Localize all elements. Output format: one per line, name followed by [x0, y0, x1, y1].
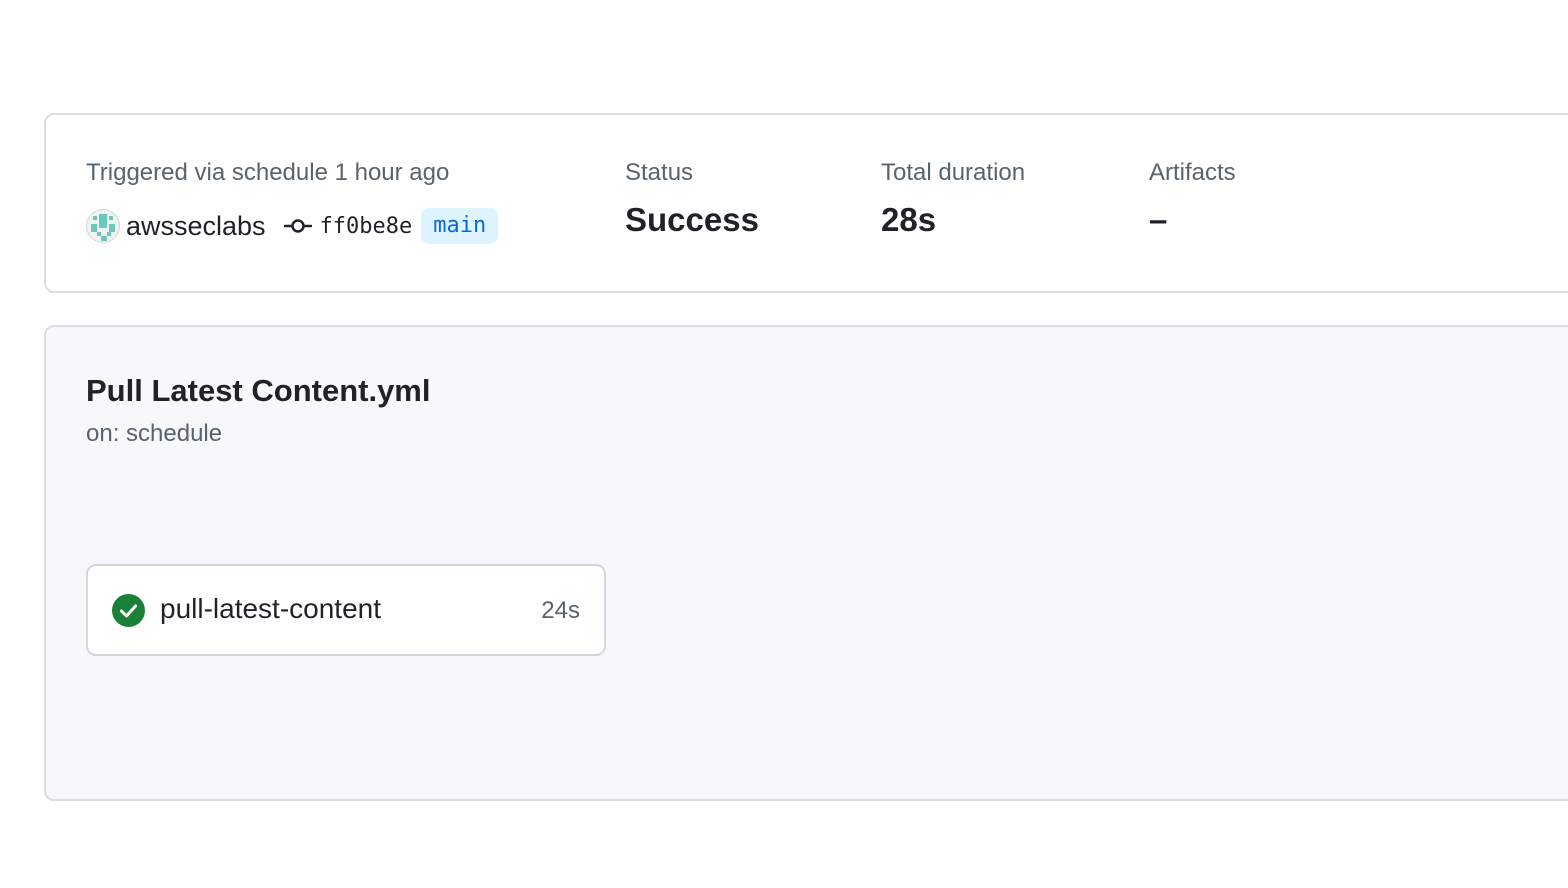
artifacts-value: –: [1149, 201, 1168, 238]
commit-sha-link[interactable]: ff0be8e: [320, 214, 413, 239]
total-duration-label: Total duration: [881, 159, 1026, 186]
workflow-graph-card: Pull Latest Content.yml on: schedule pul…: [44, 325, 1568, 801]
branch-badge[interactable]: main: [421, 208, 499, 244]
job-duration: 24s: [541, 597, 580, 624]
trigger-details-row: awsseclabs ff0be8e main: [86, 207, 499, 245]
trigger-info: Triggered via schedule 1 hour ago: [86, 159, 450, 186]
workflow-trigger: on: schedule: [86, 420, 223, 447]
actor-link[interactable]: awsseclabs: [126, 211, 266, 242]
total-duration-value: 28s: [881, 201, 937, 238]
git-commit-icon: [283, 219, 312, 233]
actor-avatar[interactable]: [86, 209, 120, 243]
artifacts-label: Artifacts: [1149, 159, 1236, 186]
status-label: Status: [625, 159, 694, 186]
job-card[interactable]: pull-latest-content 24s: [86, 564, 606, 656]
run-summary-card: Triggered via schedule 1 hour ago awssec…: [44, 113, 1568, 293]
workflow-title: Pull Latest Content.yml: [86, 373, 431, 408]
status-value: Success: [625, 201, 759, 238]
job-name: pull-latest-content: [160, 593, 382, 624]
check-circle-icon: [112, 594, 145, 627]
